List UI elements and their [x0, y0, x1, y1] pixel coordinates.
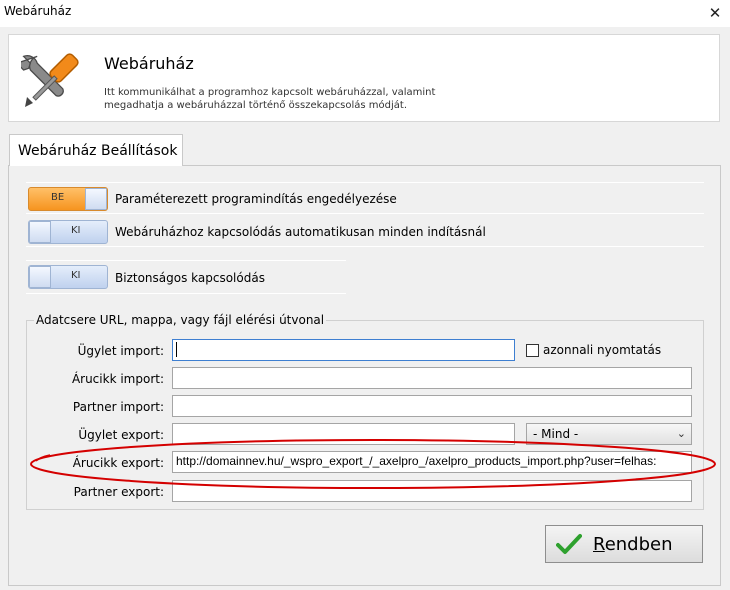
toggle-auto-connect[interactable]: KI	[28, 220, 108, 244]
partner-export-input[interactable]	[172, 480, 692, 502]
header-title: Webáruház	[104, 54, 194, 73]
divider	[26, 260, 346, 261]
label-arucikk-export: Árucikk export:	[72, 456, 164, 470]
header-panel: Webáruház Itt kommunikálhat a programhoz…	[8, 34, 720, 122]
label-partner-export: Partner export:	[73, 485, 164, 499]
close-icon[interactable]: ✕	[704, 2, 726, 24]
chevron-down-icon: ⌄	[676, 427, 686, 440]
ugylet-export-input[interactable]	[172, 423, 515, 445]
partner-import-input[interactable]	[172, 395, 692, 417]
label-partner-import: Partner import:	[72, 400, 164, 414]
ok-button-label: Rendben	[593, 534, 673, 555]
toggle-label-parameterized-start: Paraméterezett programindítás engedélyez…	[115, 192, 397, 206]
window-title: Webáruház	[4, 4, 72, 18]
divider	[26, 182, 704, 183]
toggle-knob	[29, 221, 51, 243]
arucikk-export-input[interactable]: http://domainnev.hu/_wspro_export_/_axel…	[172, 451, 692, 473]
header-description: Itt kommunikálhat a programhoz kapcsolt …	[104, 87, 436, 111]
ok-button[interactable]: Rendben	[545, 525, 703, 563]
divider	[26, 213, 704, 214]
label-ugylet-export: Ügylet export:	[78, 428, 164, 442]
immediate-print-checkbox[interactable]	[526, 344, 539, 357]
arucikk-import-input[interactable]	[172, 367, 692, 389]
toggle-knob	[85, 188, 107, 210]
divider	[26, 246, 704, 247]
toggle-state-label: KI	[71, 270, 81, 281]
toggle-parameterized-start[interactable]: BE	[28, 187, 108, 211]
group-title: Adatcsere URL, mappa, vagy fájl elérési …	[34, 313, 327, 327]
export-filter-value: - Mind -	[533, 427, 579, 441]
ugylet-import-input[interactable]	[172, 339, 515, 361]
divider	[26, 293, 346, 294]
toggle-state-label: KI	[71, 225, 81, 236]
toggle-state-label: BE	[51, 192, 65, 203]
immediate-print-label: azonnali nyomtatás	[543, 343, 662, 357]
label-arucikk-import: Árucikk import:	[71, 372, 164, 386]
toggle-knob	[29, 266, 51, 288]
title-bar: Webáruház ✕	[0, 0, 730, 27]
toggle-label-auto-connect: Webáruházhoz kapcsolódás automatikusan m…	[115, 225, 486, 239]
checkmark-icon	[556, 534, 582, 554]
toggle-secure-connection[interactable]: KI	[28, 265, 108, 289]
export-filter-select[interactable]: - Mind - ⌄	[526, 423, 692, 445]
label-ugylet-import: Ügylet import:	[77, 344, 164, 358]
tab-webaruhaz-beallitasok[interactable]: Webáruház Beállítások	[9, 134, 183, 166]
tools-icon	[21, 53, 79, 107]
toggle-label-secure-connection: Biztonságos kapcsolódás	[115, 271, 265, 285]
text-caret	[176, 342, 177, 358]
